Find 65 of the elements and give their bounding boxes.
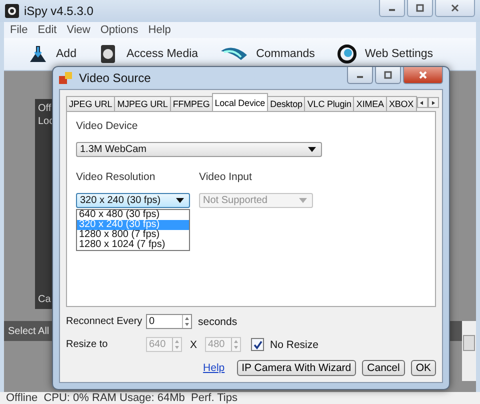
field-label: Resize to [66,339,109,350]
tab[interactable]: MJPEG URL [114,96,171,111]
tab[interactable]: XIMEA [353,96,387,111]
caret-icon [176,198,184,203]
dialog-button[interactable]: OK [410,360,436,376]
tab[interactable]: FFMPEG [170,96,213,111]
app-logo-icon [5,4,19,18]
checkbox-label: No Resize [270,338,318,350]
menu-item[interactable]: Options [100,24,138,36]
dialog-button[interactable]: Cancel [362,360,405,376]
scrollbar[interactable] [462,321,476,381]
spin-arrows-icon [182,315,191,328]
dropdown-option[interactable]: 640 x 480 (30 fps) [77,210,189,220]
caret-icon [308,147,316,152]
close-button[interactable] [435,0,475,17]
times-label: X [189,338,198,350]
tab[interactable]: XBOX [386,96,417,111]
camera-text: Ca [38,294,52,305]
field-label: Reconnect Every [66,316,140,327]
toolbar-button[interactable]: Add [28,44,76,64]
dialog-icon [59,71,73,85]
field-label: Video Resolution [76,171,156,185]
dialog-button[interactable]: IP Camera With Wizard [236,360,356,376]
minimize-button[interactable] [379,0,405,17]
globe-icon [336,44,357,64]
reconnect-spinner[interactable]: 0 [146,314,192,329]
minimize-button[interactable] [347,67,373,84]
toolbar-button[interactable]: Commands [220,44,315,64]
dropdown-option[interactable]: 1280 x 1024 (7 fps) [77,240,189,250]
spin-arrows-icon [172,338,181,351]
tab[interactable]: Desktop [267,96,306,111]
close-icon [418,70,428,80]
spin-arrows-icon [231,338,240,351]
menu-item[interactable]: Edit [38,24,57,36]
toolbar-button[interactable]: Access Media [98,44,198,64]
maximize-button[interactable] [375,67,401,84]
menu-item[interactable]: Help [148,24,171,36]
video-resolution-dropdown[interactable]: 320 x 240 (30 fps) [76,193,190,208]
maximize-icon [415,3,425,13]
menu-item[interactable]: View [66,24,90,36]
tab[interactable]: VLC Plugin [304,96,354,111]
field-label: Video Device [76,120,139,134]
tab[interactable]: JPEG URL [66,96,116,111]
toolbar-button[interactable]: Web Settings [336,44,434,64]
close-button[interactable] [403,67,443,84]
help-link[interactable]: Help [203,362,225,374]
status-text: Offline CPU: 0% RAM Usage: 64Mb Perf. Tips [6,392,238,404]
left-arrow-icon [419,100,426,106]
window-title: iSpy v4.5.3.0 [24,4,94,18]
close-icon [450,3,460,13]
camera-text: Off [38,103,52,114]
maximize-icon [383,70,393,80]
menu-item[interactable]: File [10,24,28,36]
right-arrow-icon [430,100,436,106]
tab[interactable]: Local Device [212,93,268,111]
video-device-dropdown[interactable]: 1.3M WebCam [76,142,322,157]
caret-icon [299,198,307,203]
scroll-left-button[interactable] [416,97,428,108]
unit-label: seconds [198,316,238,328]
dialog-title: Video Source [79,71,151,85]
maximize-button[interactable] [407,0,433,17]
select-all-button[interactable]: Select All [4,326,54,336]
dropdown-option[interactable]: 1280 x 800 (7 fps) [77,230,189,240]
field-label: Video Input [199,171,253,185]
scroll-right-button[interactable] [428,97,439,108]
